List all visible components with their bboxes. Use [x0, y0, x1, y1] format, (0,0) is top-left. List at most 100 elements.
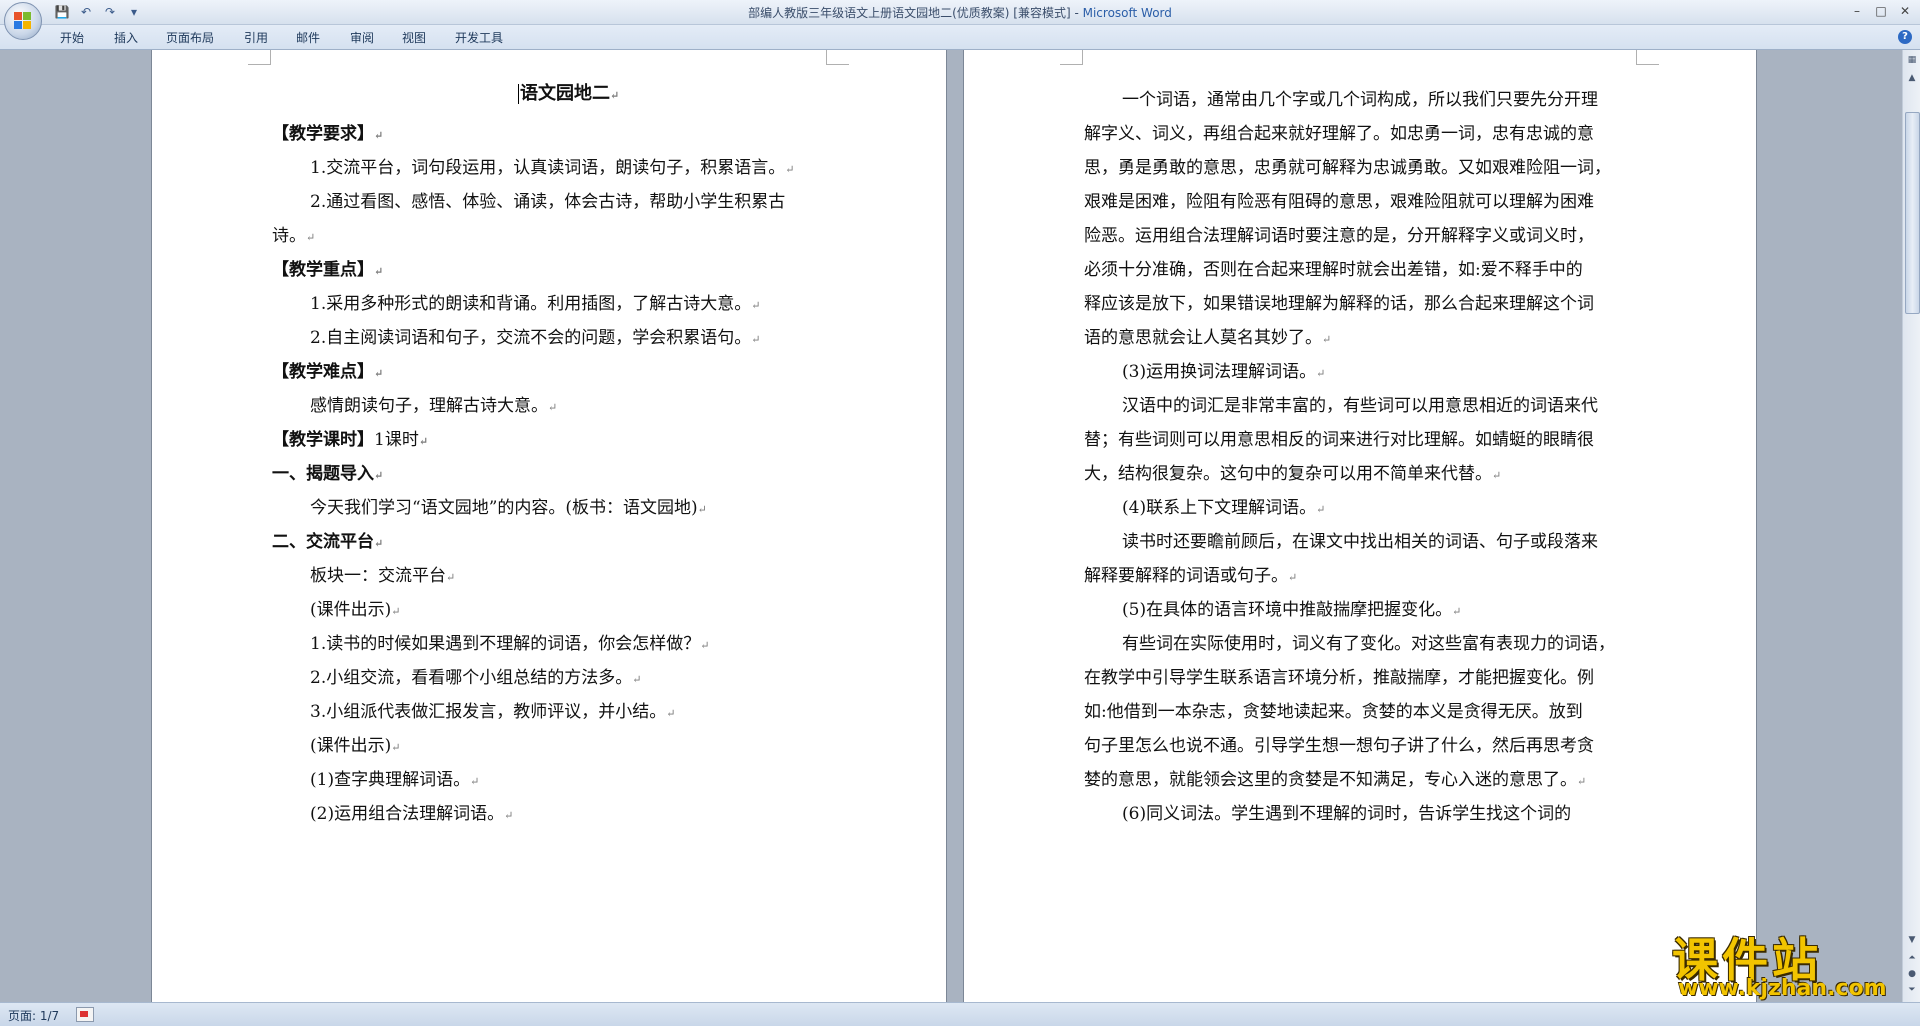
crop-mark: [248, 50, 271, 65]
line-text: 【教学要求】: [272, 124, 374, 144]
paragraph-mark: ↵: [1322, 333, 1332, 346]
watermark-url: www.kjzhan.com: [1678, 976, 1887, 1001]
office-button[interactable]: [4, 2, 42, 40]
line-text: 感情朗读句子，理解古诗大意。: [310, 396, 548, 416]
page-2-line: 句子里怎么也说不通。引导学生想一想句子讲了什么，然后再思考贪: [1084, 735, 1594, 757]
scroll-thumb[interactable]: [1905, 112, 1920, 314]
line-text: 诗。: [272, 226, 306, 246]
page-2-line: 思，勇是勇敢的意思，忠勇就可解释为忠诚勇敢。又如艰难险阻一词，: [1084, 157, 1611, 179]
paragraph-mark: ↵: [306, 231, 316, 244]
paragraph-mark: ↵: [446, 571, 456, 584]
paragraph-mark: ↵: [666, 707, 676, 720]
help-icon[interactable]: ?: [1898, 30, 1912, 44]
tab-mailings[interactable]: 邮件: [296, 29, 320, 46]
page-2-line: 险恶。运用组合法理解词语时要注意的是，分开解释字义或词义时，: [1084, 225, 1594, 247]
page-2-line: (4)联系上下文理解词语。↵: [1122, 497, 1325, 521]
page-count-status[interactable]: 页面: 1/7: [8, 1007, 59, 1024]
page-1-line: 1.交流平台，词句段运用，认真读词语，朗读句子，积累语言。↵: [310, 157, 794, 181]
line-text: 思，勇是勇敢的意思，忠勇就可解释为忠诚勇敢。又如艰难险阻一词，: [1084, 158, 1611, 178]
app-name: Microsoft Word: [1082, 6, 1172, 20]
paragraph-mark: ↵: [504, 809, 514, 822]
page-2-line: 释应该是放下，如果错误地理解为解释的话，那么合起来理解这个词: [1084, 293, 1594, 315]
line-text: 二、交流平台: [272, 532, 374, 552]
paragraph-mark: ↵: [470, 775, 480, 788]
page-2[interactable]: 一个词语，通常由几个字或几个词构成，所以我们只要先分开理解字义、词义，再组合起来…: [964, 50, 1756, 1002]
tab-page-layout[interactable]: 页面布局: [166, 29, 214, 46]
line-text: 【教学重点】: [272, 260, 374, 280]
line-text: 婪的意思，就能领会这里的贪婪是不知满足，专心入迷的意思了。: [1084, 770, 1577, 790]
line-text: 1.读书的时候如果遇到不理解的词语，你会怎样做？: [310, 634, 701, 654]
paragraph-mark: ↵: [374, 129, 384, 142]
line-text: (3)运用换词法理解词语。: [1122, 362, 1317, 382]
page-1-line: 【教学课时】1课时↵: [272, 429, 428, 453]
paragraph-mark: ↵: [391, 605, 401, 618]
page-1-line: 2.通过看图、感悟、体验、诵读，体会古诗，帮助小学生积累古: [310, 191, 785, 213]
paragraph-mark: ↵: [1577, 775, 1587, 788]
tab-insert[interactable]: 插入: [114, 29, 138, 46]
office-logo-icon: [14, 12, 32, 30]
paragraph-mark: ↵: [632, 673, 642, 686]
paragraph-mark: ↵: [391, 741, 401, 754]
line-text: 【教学课时】: [272, 430, 374, 450]
line-text: 1.采用多种形式的朗读和背诵。利用插图，了解古诗大意。: [310, 294, 752, 314]
page-1-line: 1.读书的时候如果遇到不理解的词语，你会怎样做？↵: [310, 633, 709, 657]
page-1-line: 诗。↵: [272, 225, 315, 249]
line-text: 一个词语，通常由几个字或几个词构成，所以我们只要先分开理: [1122, 90, 1598, 110]
tab-references[interactable]: 引用: [244, 29, 268, 46]
page-1-line: 2.自主阅读词语和句子，交流不会的问题，学会积累语句。↵: [310, 327, 760, 351]
proofing-icon[interactable]: [76, 1007, 94, 1022]
line-text: (课件出示): [310, 736, 392, 756]
paragraph-mark: ↵: [610, 89, 620, 102]
maximize-button[interactable]: □: [1870, 2, 1892, 20]
crop-mark: [1636, 50, 1659, 65]
tab-review[interactable]: 审阅: [350, 29, 374, 46]
page-2-line: 替；有些词则可以用意思相反的词来进行对比理解。如蜻蜓的眼睛很: [1084, 429, 1594, 451]
page-2-line: 解字义、词义，再组合起来就好理解了。如忠勇一词，忠有忠诚的意: [1084, 123, 1594, 145]
scroll-up-icon[interactable]: ▲: [1904, 70, 1920, 86]
page-1[interactable]: 语文园地二↵ 【教学要求】↵ 1.交流平台，词句段运用，认真读词语，朗读句子，积累…: [152, 50, 946, 1002]
line-text: 2.通过看图、感悟、体验、诵读，体会古诗，帮助小学生积累古: [310, 192, 786, 212]
line-text: 2.小组交流，看看哪个小组总结的方法多。: [310, 668, 633, 688]
page-1-line: 2.小组交流，看看哪个小组总结的方法多。↵: [310, 667, 641, 691]
vertical-scrollbar[interactable]: ▦ ▲ ▼ ⏶ ● ⏷: [1902, 50, 1920, 1002]
page-1-line: 二、交流平台↵: [272, 531, 383, 555]
tab-developer[interactable]: 开发工具: [455, 29, 503, 46]
paragraph-mark: ↵: [1452, 605, 1462, 618]
paragraph-mark: ↵: [751, 333, 761, 346]
ruler-toggle-icon[interactable]: ▦: [1904, 52, 1920, 68]
line-text: 必须十分准确，否则在合起来理解时就会出差错，如:爱不释手中的: [1084, 260, 1583, 280]
tab-home[interactable]: 开始: [60, 29, 84, 46]
document-heading: 语文园地二↵: [518, 83, 619, 107]
close-button[interactable]: ✕: [1894, 2, 1916, 20]
page-2-line: 艰难是困难，险阻有险恶有阻碍的意思，艰难险阻就可以理解为困难: [1084, 191, 1594, 213]
page-2-line: 在教学中引导学生联系语言环境分析，推敲揣摩，才能把握变化。例: [1084, 667, 1594, 689]
page-1-line: 板块一：交流平台↵: [310, 565, 455, 589]
line-text: 大，结构很复杂。这句中的复杂可以用不简单来代替。: [1084, 464, 1492, 484]
heading-text: 语文园地二: [520, 83, 610, 104]
line-text: (5)在具体的语言环境中推敲揣摩把握变化。: [1122, 600, 1453, 620]
text-cursor: [518, 84, 519, 104]
line-text: 句子里怎么也说不通。引导学生想一想句子讲了什么，然后再思考贪: [1084, 736, 1594, 756]
page-2-line: (6)同义词法。学生遇到不理解的词时，告诉学生找这个词的: [1122, 803, 1571, 825]
minimize-button[interactable]: –: [1846, 2, 1868, 20]
line-text: (课件出示): [310, 600, 392, 620]
page-1-line: 【教学重点】↵: [272, 259, 383, 283]
paragraph-mark: ↵: [1288, 571, 1298, 584]
line-text: 一、揭题导入: [272, 464, 374, 484]
page-1-line: 感情朗读句子，理解古诗大意。↵: [310, 395, 557, 419]
ribbon-tabs: 开始 插入 页面布局 引用 邮件 审阅 视图 开发工具 ?: [0, 25, 1920, 50]
page-1-line: (课件出示)↵: [310, 735, 400, 759]
document-area: 语文园地二↵ 【教学要求】↵ 1.交流平台，词句段运用，认真读词语，朗读句子，积累…: [0, 50, 1902, 1002]
page-1-line: (课件出示)↵: [310, 599, 400, 623]
title-bar: 💾 ↶ ↷ ▾ 部编人教版三年级语文上册语文园地二(优质教案) [兼容模式] -…: [0, 0, 1920, 40]
page-2-line: (5)在具体的语言环境中推敲揣摩把握变化。↵: [1122, 599, 1461, 623]
paragraph-mark: ↵: [374, 537, 384, 550]
line-text: 险恶。运用组合法理解词语时要注意的是，分开解释字义或词义时，: [1084, 226, 1594, 246]
page-1-line: 【教学要求】↵: [272, 123, 383, 147]
line-text: 【教学难点】: [272, 362, 374, 382]
line-text: 艰难是困难，险阻有险恶有阻碍的意思，艰难险阻就可以理解为困难: [1084, 192, 1594, 212]
tab-view[interactable]: 视图: [402, 29, 426, 46]
line-text: 1.交流平台，词句段运用，认真读词语，朗读句子，积累语言。: [310, 158, 786, 178]
line-text: 有些词在实际使用时，词义有了变化。对这些富有表现力的词语，: [1122, 634, 1615, 654]
line-text: 解释要解释的词语或句子。: [1084, 566, 1288, 586]
